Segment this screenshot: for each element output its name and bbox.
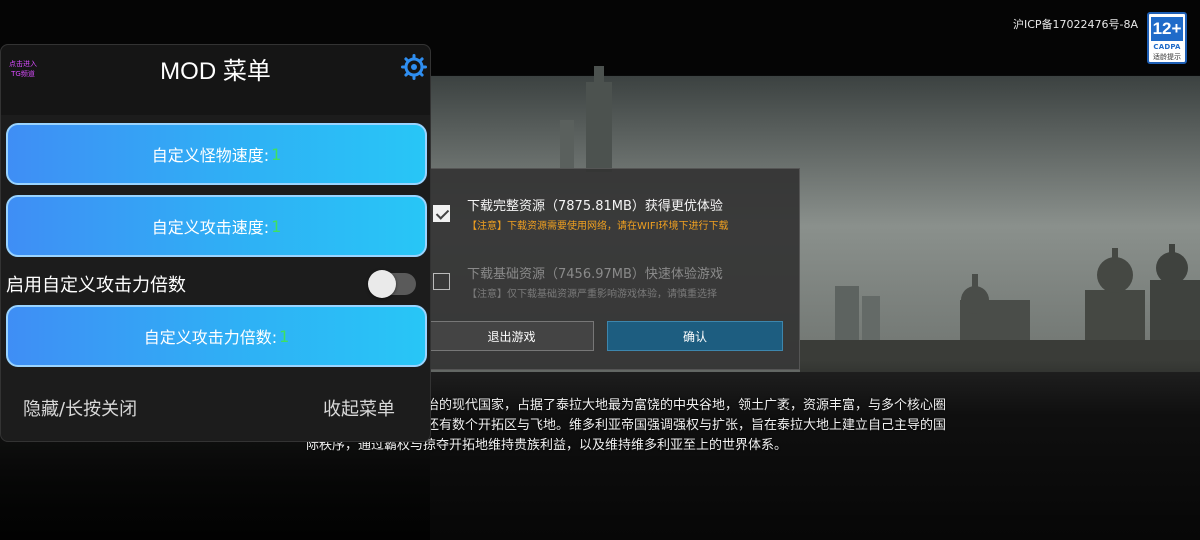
exit-game-button[interactable]: 退出游戏 [429,321,594,351]
attack-speed-value: 1 [271,216,282,236]
monster-speed-label: 自定义怪物速度: [151,146,270,165]
attack-speed-label: 自定义攻击速度: [151,218,270,237]
attack-multiplier-toggle-label: 启用自定义攻击力倍数 [6,275,186,296]
basic-resources-title: 下载基础资源（7456.97MB）快速体验游戏 [467,267,723,282]
icp-license-text: 沪ICP备17022476号-8A [1012,18,1138,31]
attack-multiplier-toggle-row: 启用自定义攻击力倍数 [6,267,427,301]
confirm-button[interactable]: 确认 [607,321,783,351]
basic-resources-note: 【注意】仅下载基础资源严重影响游戏体验，请慎重选择 [467,289,717,300]
gear-icon[interactable] [401,54,427,80]
age-rating-badge: 12+ CADPA 适龄提示 [1147,12,1187,64]
mod-menu-header: 点击进入 TG频道 MOD 菜单 [1,45,430,115]
attack-multiplier-label: 自定义攻击力倍数: [143,328,278,347]
full-resources-title: 下载完整资源（7875.81MB）获得更优体验 [467,199,723,214]
attack-multiplier-switch[interactable] [368,270,416,298]
monster-speed-button[interactable]: 自定义怪物速度: 1 [6,123,427,185]
attack-multiplier-value: 1 [279,326,290,346]
basic-resources-checkbox[interactable] [433,273,450,290]
full-resources-note: 【注意】下载资源需要使用网络，请在WIFI环境下进行下载 [467,221,729,232]
download-resource-dialog: 下载完整资源（7875.81MB）获得更优体验 【注意】下载资源需要使用网络，请… [416,168,800,370]
age-rating-tip: 适龄提示 [1153,53,1181,61]
attack-speed-button[interactable]: 自定义攻击速度: 1 [6,195,427,257]
age-rating-org: CADPA [1153,43,1181,51]
switch-knob [368,270,396,298]
age-rating-number: 12+ [1151,17,1183,41]
mod-menu-panel: 点击进入 TG频道 MOD 菜单 自定义怪物速度: 1 自定义攻击速度: 1 启… [0,44,431,442]
hide-menu-button[interactable]: 隐藏/长按关闭 [23,395,137,421]
full-resources-checkbox[interactable] [433,205,450,222]
mod-menu-title: MOD 菜单 [160,58,271,85]
collapse-menu-button[interactable]: 收起菜单 [323,395,395,421]
monster-speed-value: 1 [271,144,282,164]
attack-multiplier-button[interactable]: 自定义攻击力倍数: 1 [6,305,427,367]
